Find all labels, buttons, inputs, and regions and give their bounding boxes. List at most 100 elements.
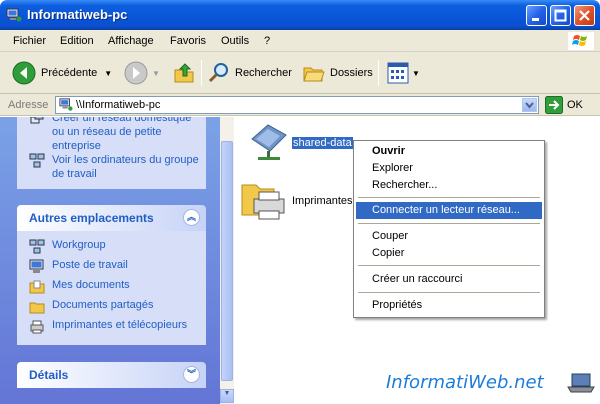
network-tasks-panel: Créer un réseau domestique ou un réseau … <box>17 117 206 189</box>
folders-icon <box>303 67 325 82</box>
place-printers-faxes[interactable]: Imprimantes et télécopieurs <box>29 319 187 335</box>
folders-button[interactable]: Dossiers <box>302 58 373 88</box>
ctx-create-shortcut[interactable]: Créer un raccourci <box>356 271 542 288</box>
views-dropdown-icon[interactable]: ▼ <box>412 69 420 78</box>
toolbar: Précédente ▼ ▼ Rechercher Dossiers ▼ <box>0 52 600 94</box>
ctx-properties[interactable]: Propriétés <box>356 297 542 314</box>
back-label: Précédente <box>41 67 98 79</box>
ctx-explore[interactable]: Explorer <box>356 160 542 177</box>
task-pane-scrollbar[interactable]: ▼ <box>220 117 234 404</box>
ctx-separator <box>358 223 540 224</box>
details-title: Détails <box>29 368 69 382</box>
view-workgroup-label: Voir les ordinateurs du groupe de travai… <box>52 154 199 180</box>
search-button[interactable]: Rechercher <box>207 58 292 88</box>
other-places-header[interactable]: Autres emplacements ︽ <box>17 205 206 231</box>
laptop-icon <box>567 373 595 393</box>
other-places-title: Autres emplacements <box>29 211 154 225</box>
network-computer-icon <box>59 98 73 111</box>
back-arrow-icon <box>12 61 36 85</box>
address-bar: Adresse \\Informatiweb-pc OK <box>0 94 600 116</box>
printers-label: Imprimantes <box>292 195 353 207</box>
close-icon <box>579 10 590 21</box>
windows-logo <box>568 32 594 50</box>
scrollbar-thumb[interactable] <box>221 141 233 381</box>
collapse-chevron-icon[interactable]: ︽ <box>183 209 200 226</box>
create-network-link[interactable]: Créer un réseau domestique ou un réseau … <box>29 117 199 153</box>
place-shared-documents-label: Documents partagés <box>52 299 154 311</box>
menu-fichier[interactable]: Fichier <box>13 35 46 47</box>
search-icon <box>208 63 228 83</box>
chevron-down-icon <box>525 102 534 109</box>
windows-flag-icon <box>572 35 587 46</box>
menu-outils[interactable]: Outils <box>221 35 249 47</box>
menu-affichage[interactable]: Affichage <box>108 35 154 47</box>
minimize-button[interactable] <box>526 5 547 26</box>
view-workgroup-link[interactable]: Voir les ordinateurs du groupe de travai… <box>29 153 199 181</box>
maximize-button[interactable] <box>550 5 571 26</box>
minimize-icon <box>532 18 539 21</box>
printer-icon <box>30 320 44 334</box>
forward-button[interactable]: ▼ <box>124 58 160 88</box>
place-workgroup[interactable]: Workgroup <box>29 239 106 255</box>
views-icon <box>387 62 409 84</box>
window-title: Informatiweb-pc <box>27 7 128 22</box>
menu-bar: Fichier Edition Affichage Favoris Outils… <box>0 30 600 52</box>
ctx-copy[interactable]: Copier <box>356 245 542 262</box>
back-button[interactable]: Précédente ▼ <box>12 58 112 88</box>
back-dropdown-icon[interactable]: ▼ <box>104 69 112 78</box>
place-my-documents[interactable]: Mes documents <box>29 279 130 295</box>
ctx-search[interactable]: Rechercher... <box>356 177 542 194</box>
printers-folder-icon <box>241 184 285 220</box>
title-bar[interactable]: Informatiweb-pc <box>0 0 600 30</box>
up-folder-button[interactable] <box>172 58 196 88</box>
forward-arrow-icon <box>124 61 148 85</box>
ctx-separator <box>358 265 540 266</box>
address-input[interactable]: \\Informatiweb-pc <box>55 96 539 114</box>
share-label: shared-data <box>292 137 353 149</box>
share-item[interactable]: shared-data <box>246 121 353 165</box>
menu-edition[interactable]: Edition <box>60 35 94 47</box>
shared-folder-icon <box>29 302 45 314</box>
my-documents-folder-icon <box>29 280 45 294</box>
ctx-separator <box>358 292 540 293</box>
menu-help[interactable]: ? <box>264 35 270 47</box>
ctx-separator <box>358 197 540 198</box>
place-my-computer-label: Poste de travail <box>52 259 128 271</box>
watermark: InformatiWeb.net <box>386 372 544 393</box>
close-button[interactable] <box>574 5 595 26</box>
scroll-down-button[interactable]: ▼ <box>220 389 234 403</box>
folders-label: Dossiers <box>330 67 373 79</box>
place-shared-documents[interactable]: Documents partagés <box>29 299 154 315</box>
printers-item[interactable]: Imprimantes <box>240 179 353 223</box>
details-header[interactable]: Détails ︾ <box>17 362 206 388</box>
network-share-folder-icon <box>251 124 287 160</box>
views-button[interactable]: ▼ <box>387 58 420 88</box>
menu-favoris[interactable]: Favoris <box>170 35 206 47</box>
search-label: Rechercher <box>235 67 292 79</box>
forward-dropdown-icon[interactable]: ▼ <box>152 69 160 78</box>
place-workgroup-label: Workgroup <box>52 239 106 251</box>
create-network-label: Créer un réseau domestique ou un réseau … <box>52 117 192 152</box>
go-button[interactable]: OK <box>545 96 583 114</box>
place-my-computer[interactable]: Poste de travail <box>29 259 128 275</box>
ctx-cut[interactable]: Couper <box>356 228 542 245</box>
go-label: OK <box>567 99 583 111</box>
network-computer-icon <box>6 8 22 22</box>
ctx-open[interactable]: Ouvrir <box>356 143 542 160</box>
context-menu: Ouvrir Explorer Rechercher... Connecter … <box>353 140 545 318</box>
address-value: \\Informatiweb-pc <box>76 99 161 111</box>
other-places-panel: Workgroup Poste de travail Mes documents… <box>17 231 206 345</box>
home-network-icon <box>30 117 44 124</box>
workgroup-icon <box>29 153 45 168</box>
go-arrow-icon <box>545 96 563 114</box>
up-folder-icon <box>174 63 194 83</box>
place-my-documents-label: Mes documents <box>52 279 130 291</box>
workgroup-icon <box>29 239 45 254</box>
maximize-icon <box>554 9 567 22</box>
address-dropdown-button[interactable] <box>522 98 537 112</box>
ctx-map-network-drive[interactable]: Connecter un lecteur réseau... <box>356 202 542 219</box>
place-printers-faxes-label: Imprimantes et télécopieurs <box>52 319 188 331</box>
address-label: Adresse <box>8 99 49 111</box>
my-computer-icon <box>29 259 44 273</box>
expand-chevron-icon[interactable]: ︾ <box>183 366 200 383</box>
